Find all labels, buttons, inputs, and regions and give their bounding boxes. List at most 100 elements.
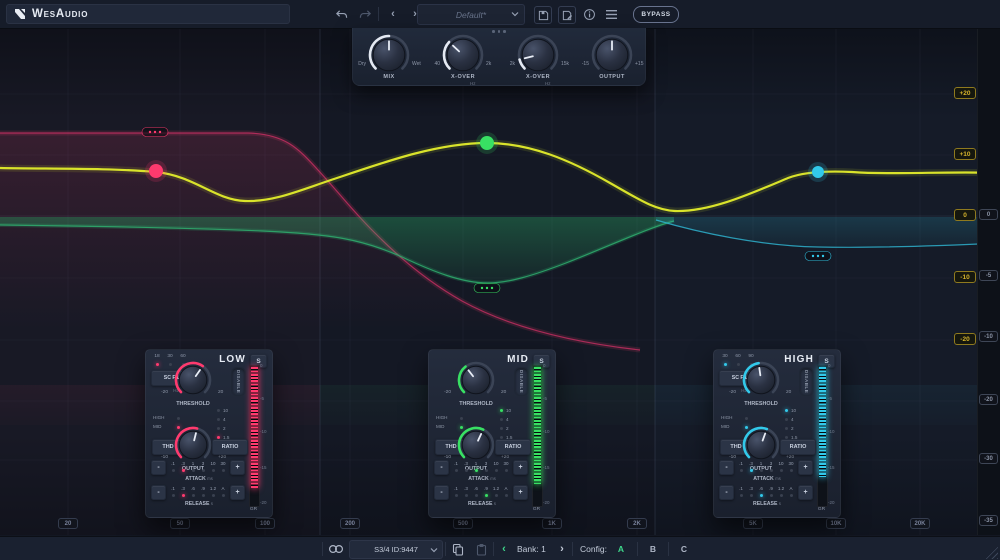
high-thd-led-high[interactable] xyxy=(745,417,748,420)
xover-low-knob[interactable] xyxy=(440,32,486,78)
high-attack-value-.1[interactable]: .1 xyxy=(736,461,746,466)
low-thd-led-high[interactable] xyxy=(177,417,180,420)
mid-ratio-value-2[interactable]: 2 xyxy=(506,426,522,431)
mid-attack-led-30[interactable] xyxy=(505,469,508,472)
low-ratio-led-2[interactable] xyxy=(217,427,220,430)
mid-release-value-.3[interactable]: .3 xyxy=(461,486,471,491)
low-attack-led-10[interactable] xyxy=(212,469,215,472)
low-disable-button[interactable]: DISABLE xyxy=(231,367,246,396)
xover-high-knob[interactable] xyxy=(515,32,561,78)
mid-release-value-.1[interactable]: .1 xyxy=(451,486,461,491)
low-release-plus-button[interactable]: + xyxy=(230,485,245,500)
low-release-led-.1[interactable] xyxy=(172,494,175,497)
high-thd-mode-mid[interactable]: MID xyxy=(721,424,729,429)
low-release-led-.6[interactable] xyxy=(192,494,195,497)
high-attack-led-30[interactable] xyxy=(790,469,793,472)
high-attack-value-30[interactable]: 30 xyxy=(786,461,796,466)
mid-thd-mode-high[interactable]: HIGH xyxy=(436,415,447,420)
low-thd-mode-high[interactable]: HIGH xyxy=(153,415,164,420)
resize-grip[interactable] xyxy=(984,545,998,559)
mid-ratio-led-10[interactable] xyxy=(500,409,503,412)
high-ratio-value-4[interactable]: 4 xyxy=(791,417,807,422)
low-release-value-.6[interactable]: .6 xyxy=(188,486,198,491)
mid-attack-led-1[interactable] xyxy=(475,469,478,472)
high-thd-mode-high[interactable]: HIGH xyxy=(721,415,732,420)
mid-ratio-led-2[interactable] xyxy=(500,427,503,430)
low-release-led-.9[interactable] xyxy=(202,494,205,497)
high-ratio-value-2[interactable]: 2 xyxy=(791,426,807,431)
mid-attack-minus-button[interactable]: - xyxy=(434,460,449,475)
mid-release-led-.3[interactable] xyxy=(465,494,468,497)
stereo-link-icon[interactable] xyxy=(326,541,346,557)
high-release-plus-button[interactable]: + xyxy=(798,485,813,500)
low-release-led-A[interactable] xyxy=(222,494,225,497)
low-ratio-value-2[interactable]: 2 xyxy=(223,426,239,431)
redo-button[interactable] xyxy=(355,5,375,23)
mid-output-knob[interactable] xyxy=(455,424,497,466)
high-attack-led-.3[interactable] xyxy=(750,469,753,472)
low-release-led-1.2[interactable] xyxy=(212,494,215,497)
high-threshold-knob[interactable] xyxy=(740,359,782,401)
mid-attack-value-10[interactable]: 10 xyxy=(491,461,501,466)
high-release-value-.3[interactable]: .3 xyxy=(746,486,756,491)
high-output-knob[interactable] xyxy=(740,424,782,466)
high-ratio-led-10[interactable] xyxy=(785,409,788,412)
high-attack-plus-button[interactable]: + xyxy=(798,460,813,475)
mid-attack-led-.1[interactable] xyxy=(455,469,458,472)
high-release-led-.3[interactable] xyxy=(750,494,753,497)
low-release-value-A[interactable]: A xyxy=(218,486,228,491)
mix-knob[interactable] xyxy=(366,32,412,78)
low-release-led-.3[interactable] xyxy=(182,494,185,497)
menu-icon[interactable] xyxy=(601,5,621,23)
high-release-value-.6[interactable]: .6 xyxy=(756,486,766,491)
mid-release-led-.6[interactable] xyxy=(475,494,478,497)
mid-release-value-1.2[interactable]: 1.2 xyxy=(491,486,501,491)
output-knob[interactable] xyxy=(589,32,635,78)
low-attack-plus-button[interactable]: + xyxy=(230,460,245,475)
low-attack-value-.3[interactable]: .3 xyxy=(178,461,188,466)
config-slot-c[interactable]: C xyxy=(675,541,693,557)
high-sc-freq-30[interactable]: 30 xyxy=(719,354,731,359)
mid-thd-mode-mid[interactable]: MID xyxy=(436,424,444,429)
preset-select[interactable]: Default* xyxy=(417,4,525,25)
high-ratio-button[interactable]: RATIO xyxy=(780,439,816,455)
high-release-value-A[interactable]: A xyxy=(786,486,796,491)
mid-release-value-.6[interactable]: .6 xyxy=(471,486,481,491)
mid-attack-led-3[interactable] xyxy=(485,469,488,472)
mid-release-led-1.2[interactable] xyxy=(495,494,498,497)
mid-attack-value-30[interactable]: 30 xyxy=(501,461,511,466)
low-attack-minus-button[interactable]: - xyxy=(151,460,166,475)
mid-threshold-knob[interactable] xyxy=(455,359,497,401)
mid-disable-button[interactable]: DISABLE xyxy=(514,367,529,396)
low-release-value-.9[interactable]: .9 xyxy=(198,486,208,491)
config-slot-a[interactable]: A xyxy=(612,541,630,557)
high-attack-value-.3[interactable]: .3 xyxy=(746,461,756,466)
low-attack-value-3[interactable]: 3 xyxy=(198,461,208,466)
high-attack-value-3[interactable]: 3 xyxy=(766,461,776,466)
low-release-value-.1[interactable]: .1 xyxy=(168,486,178,491)
mid-thd-led-high[interactable] xyxy=(460,417,463,420)
high-attack-led-3[interactable] xyxy=(770,469,773,472)
low-attack-led-30[interactable] xyxy=(222,469,225,472)
low-ratio-button[interactable]: RATIO xyxy=(212,439,248,455)
mid-release-value-A[interactable]: A xyxy=(501,486,511,491)
high-release-value-.9[interactable]: .9 xyxy=(766,486,776,491)
mid-release-plus-button[interactable]: + xyxy=(513,485,528,500)
low-attack-led-.3[interactable] xyxy=(182,469,185,472)
mid-release-led-.1[interactable] xyxy=(455,494,458,497)
low-ratio-value-10[interactable]: 10 xyxy=(223,408,239,413)
low-attack-led-.1[interactable] xyxy=(172,469,175,472)
high-release-minus-button[interactable]: - xyxy=(719,485,734,500)
mid-ratio-led-4[interactable] xyxy=(500,418,503,421)
high-release-led-.1[interactable] xyxy=(740,494,743,497)
mid-attack-value-3[interactable]: 3 xyxy=(481,461,491,466)
high-ratio-led-4[interactable] xyxy=(785,418,788,421)
mid-ratio-value-10[interactable]: 10 xyxy=(506,408,522,413)
mid-release-led-.9[interactable] xyxy=(485,494,488,497)
high-attack-value-1[interactable]: 1 xyxy=(756,461,766,466)
high-release-led-.6[interactable] xyxy=(760,494,763,497)
config-slot-b[interactable]: B xyxy=(644,541,662,557)
mid-ratio-value-4[interactable]: 4 xyxy=(506,417,522,422)
high-attack-led-10[interactable] xyxy=(780,469,783,472)
mid-attack-value-1[interactable]: 1 xyxy=(471,461,481,466)
